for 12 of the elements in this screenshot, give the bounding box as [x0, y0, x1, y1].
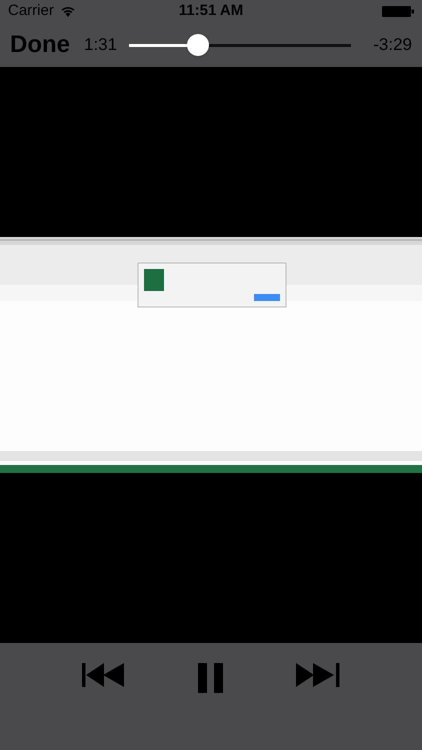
done-button[interactable]: Done	[10, 26, 70, 62]
carrier-label: Carrier	[8, 0, 54, 21]
next-icon[interactable]	[296, 663, 340, 687]
slider-thumb[interactable]	[186, 34, 209, 56]
battery-icon	[382, 6, 414, 16]
pause-icon[interactable]	[198, 663, 224, 693]
remaining-time: -3:29	[373, 34, 412, 56]
previous-icon[interactable]	[82, 663, 126, 687]
elapsed-time: 1:31	[84, 34, 118, 56]
clock-time: 11:51 AM	[178, 0, 244, 21]
progress-slider[interactable]	[129, 34, 352, 56]
wifi-icon	[60, 5, 76, 17]
